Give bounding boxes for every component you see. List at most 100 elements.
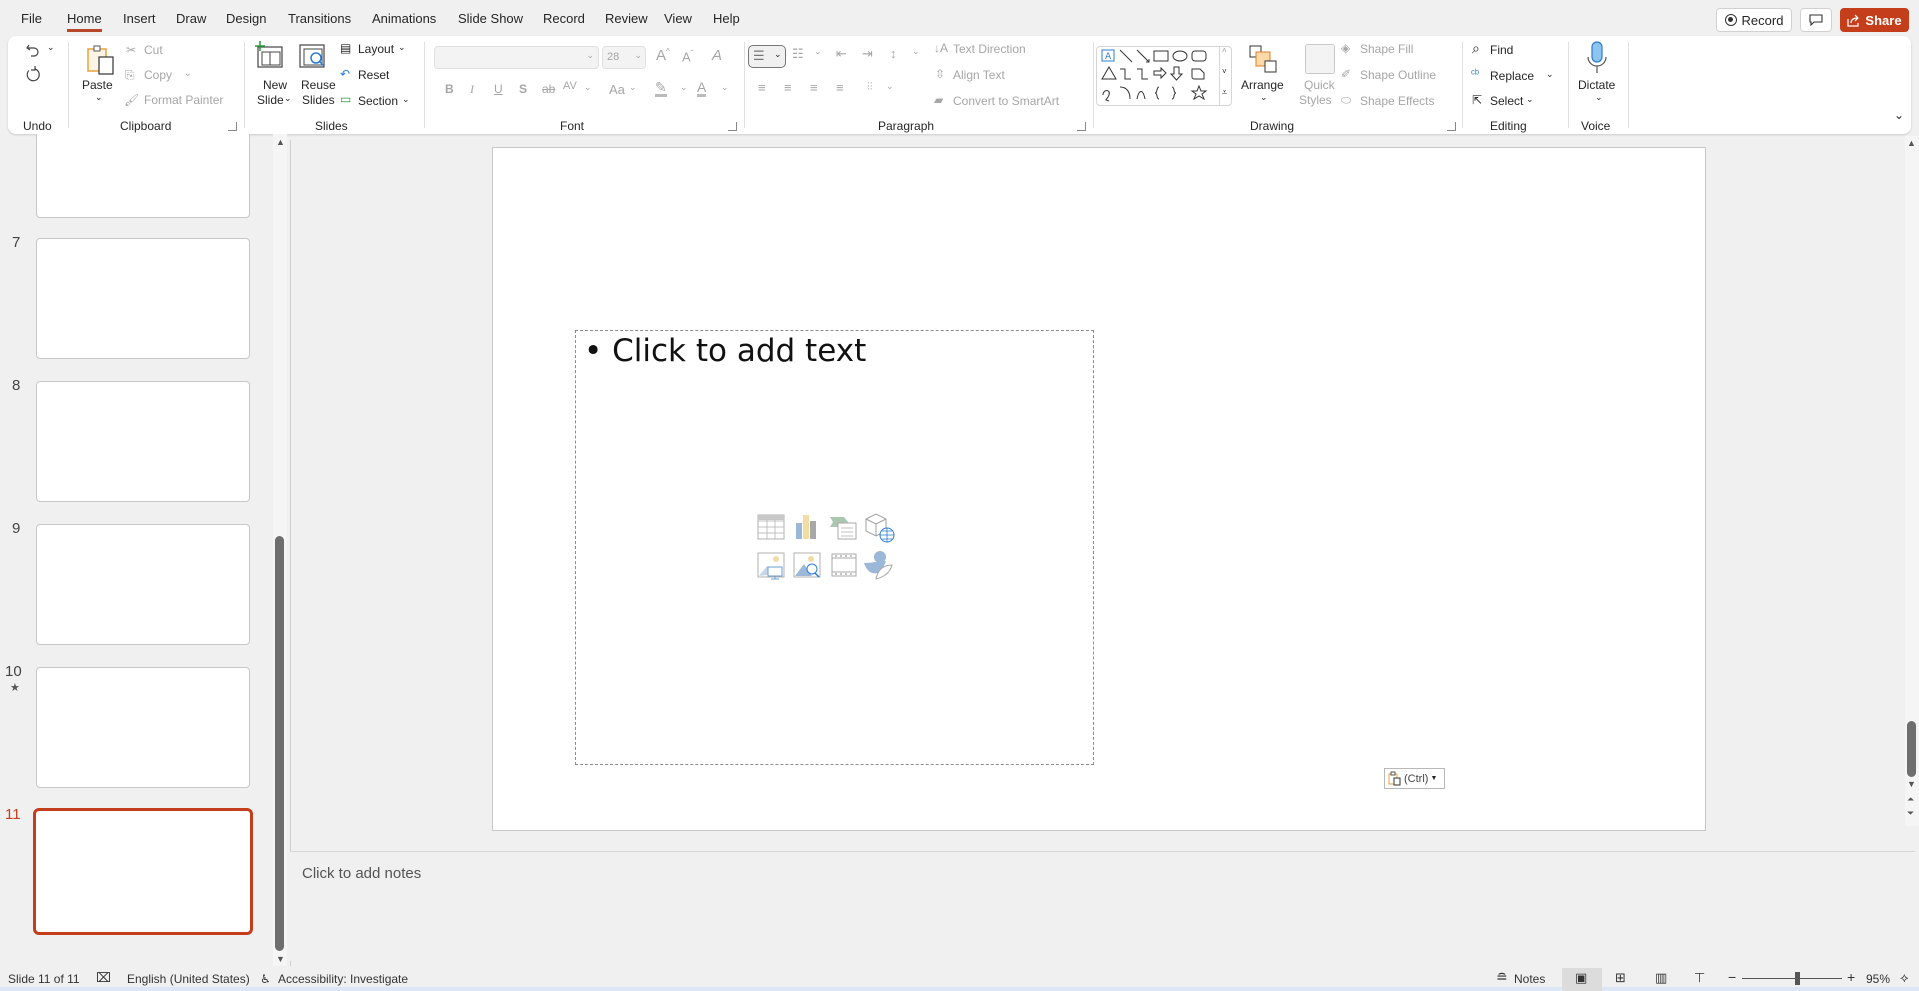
slide-show-icon[interactable]: ⊤: [1694, 970, 1705, 986]
increase-font-size-icon[interactable]: A^: [656, 47, 670, 64]
thumbnail-scrollbar[interactable]: ▲ ▼: [273, 134, 287, 966]
spacing-dropdown-icon[interactable]: ⌄: [584, 82, 592, 93]
slide-sorter-icon[interactable]: ⊞: [1615, 970, 1626, 986]
tab-view[interactable]: View: [664, 11, 692, 26]
arrange-button[interactable]: [1246, 42, 1280, 76]
fit-to-window-icon[interactable]: ⟡: [1900, 970, 1909, 986]
highlight-color-icon[interactable]: ✎: [655, 80, 667, 97]
shapes-gallery[interactable]: A ˄ ˅ ⩡: [1096, 46, 1232, 106]
gallery-up-icon[interactable]: ˄: [1222, 46, 1227, 55]
underline-button[interactable]: U: [494, 82, 503, 96]
font-color-icon[interactable]: A: [697, 80, 707, 97]
scroll-down-icon[interactable]: ▼: [276, 954, 285, 964]
redo-button[interactable]: [22, 64, 44, 86]
previous-slide-icon[interactable]: ⏶: [1907, 794, 1914, 805]
strikethrough-button[interactable]: ab: [542, 82, 555, 96]
new-slide-label-2[interactable]: Slide: [257, 93, 284, 107]
shadow-button[interactable]: S: [519, 82, 527, 96]
align-right-icon[interactable]: ≡: [810, 80, 818, 95]
arrange-dropdown-icon[interactable]: ⌄: [1260, 92, 1268, 103]
section-dropdown-icon[interactable]: ⌄: [402, 94, 410, 105]
columns-icon[interactable]: ⫶⫶: [867, 81, 873, 94]
paste-options-button[interactable]: (Ctrl) ▼: [1384, 768, 1445, 789]
gallery-scroll[interactable]: ˄ ˅ ⩡: [1219, 46, 1232, 105]
numbering-dropdown-icon[interactable]: ⌄: [814, 46, 822, 57]
columns-dropdown-icon[interactable]: ⌄: [886, 81, 894, 92]
comments-button[interactable]: [1800, 8, 1832, 32]
slide-scroll-thumb[interactable]: [1907, 721, 1916, 777]
tab-design[interactable]: Design: [226, 11, 266, 26]
change-case-button[interactable]: Aa: [609, 82, 625, 97]
increase-indent-icon[interactable]: ⇥: [862, 46, 873, 62]
record-button[interactable]: Record: [1716, 8, 1792, 32]
undo-button[interactable]: [22, 40, 44, 60]
reuse-slides-label-1[interactable]: Reuse: [301, 78, 336, 92]
slide-thumbnail-11[interactable]: [33, 808, 253, 935]
slide-scroll-up-icon[interactable]: ▲: [1907, 138, 1916, 148]
justify-icon[interactable]: ≡: [836, 80, 844, 95]
tab-slide-show[interactable]: Slide Show: [458, 11, 523, 26]
drawing-launcher-icon[interactable]: [1447, 122, 1456, 131]
notes-pane[interactable]: Click to add notes: [290, 851, 1915, 961]
replace-dropdown-icon[interactable]: ⌄: [1546, 69, 1554, 80]
scroll-up-icon[interactable]: ▲: [276, 137, 285, 147]
align-text-button[interactable]: Align Text: [953, 68, 1005, 82]
font-name-dropdown[interactable]: ⌄: [434, 46, 599, 69]
share-button[interactable]: Share: [1840, 8, 1909, 32]
change-case-dropdown-icon[interactable]: ⌄: [629, 82, 637, 93]
reuse-slides-button[interactable]: [296, 40, 330, 70]
tab-draw[interactable]: Draw: [176, 11, 206, 26]
bullets-button[interactable]: ☰ ⌄: [748, 45, 786, 68]
gallery-down-icon[interactable]: ˅: [1222, 67, 1227, 76]
tab-review[interactable]: Review: [605, 11, 648, 26]
paste-dropdown-icon[interactable]: ⌄: [95, 92, 103, 103]
tab-insert[interactable]: Insert: [123, 11, 156, 26]
zoom-slider-track[interactable]: [1742, 978, 1842, 979]
shape-effects-button[interactable]: Shape Effects: [1360, 94, 1435, 108]
shape-outline-button[interactable]: Shape Outline: [1360, 68, 1436, 82]
dictate-button[interactable]: [1582, 40, 1612, 76]
tab-file[interactable]: File: [21, 11, 42, 26]
italic-button[interactable]: I: [470, 82, 474, 97]
format-painter-button[interactable]: Format Painter: [144, 93, 223, 107]
align-center-icon[interactable]: ≡: [784, 80, 792, 95]
tab-help[interactable]: Help: [713, 11, 740, 26]
highlight-dropdown-icon[interactable]: ⌄: [680, 82, 688, 93]
dictate-dropdown-icon[interactable]: ⌄: [1595, 92, 1603, 103]
line-spacing-icon[interactable]: ↕: [890, 46, 897, 61]
new-slide-dropdown-icon[interactable]: ⌄: [284, 93, 292, 104]
clear-formatting-icon[interactable]: A: [712, 47, 722, 64]
slide-thumbnail-8[interactable]: [36, 381, 250, 502]
font-size-dropdown[interactable]: 28 ⌄: [602, 46, 646, 69]
copy-button[interactable]: Copy: [144, 68, 172, 82]
decrease-indent-icon[interactable]: ⇤: [836, 46, 847, 62]
accessibility-status[interactable]: Accessibility: Investigate: [278, 972, 408, 986]
tab-transitions[interactable]: Transitions: [288, 11, 351, 26]
language-status[interactable]: English (United States): [127, 972, 250, 986]
zoom-slider-thumb[interactable]: [1795, 972, 1800, 985]
clipboard-launcher-icon[interactable]: [228, 122, 237, 131]
paste-button[interactable]: [81, 40, 121, 80]
font-color-dropdown-icon[interactable]: ⌄: [721, 82, 729, 93]
numbering-icon[interactable]: ☷: [792, 46, 804, 62]
character-spacing-button[interactable]: AV: [563, 80, 577, 92]
font-launcher-icon[interactable]: [728, 122, 737, 131]
select-dropdown-icon[interactable]: ⌄: [1526, 94, 1534, 105]
copy-dropdown-icon[interactable]: ⌄: [184, 68, 192, 79]
bold-button[interactable]: B: [445, 82, 454, 96]
tab-record[interactable]: Record: [543, 11, 585, 26]
section-button[interactable]: Section: [358, 94, 398, 108]
reuse-slides-label-2[interactable]: Slides: [302, 93, 335, 107]
select-button[interactable]: Select: [1490, 94, 1523, 108]
slide-thumbnail-7[interactable]: [36, 238, 250, 359]
normal-view-button[interactable]: ▣: [1562, 968, 1602, 991]
next-slide-icon[interactable]: ⏷: [1907, 808, 1914, 819]
decrease-font-size-icon[interactable]: Aˇ: [682, 49, 693, 64]
slide-scroll-down-icon[interactable]: ▼: [1907, 779, 1916, 789]
cut-button[interactable]: Cut: [144, 43, 163, 57]
gallery-more-icon[interactable]: ⩡: [1222, 87, 1227, 98]
tab-animations[interactable]: Animations: [372, 11, 436, 26]
spell-check-icon[interactable]: ⌧: [96, 970, 111, 986]
new-slide-label-1[interactable]: New: [263, 78, 287, 92]
slide-canvas[interactable]: • Click to add text (Ctrl) ▼: [492, 147, 1706, 831]
